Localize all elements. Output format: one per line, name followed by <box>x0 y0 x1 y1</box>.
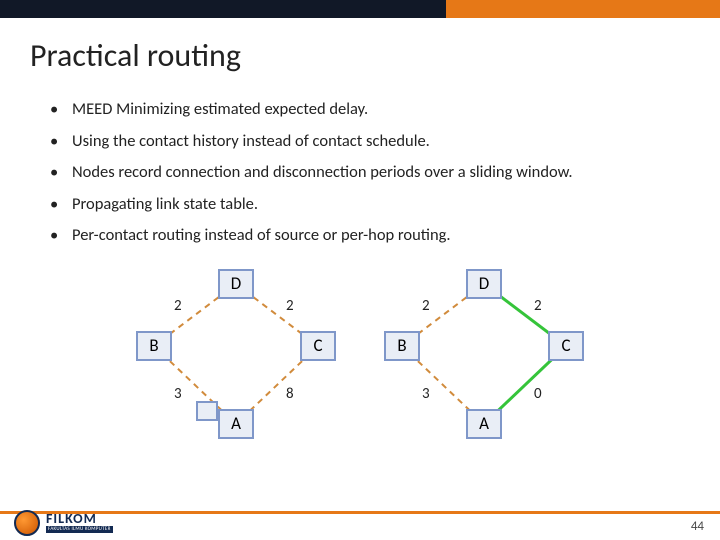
node-d: D <box>466 269 502 299</box>
node-a: A <box>466 409 502 439</box>
page-number: 44 <box>691 519 704 534</box>
logo: FILKOM FAKULTAS ILMU KOMPUTER <box>14 510 113 536</box>
edge-weight: 2 <box>286 297 294 315</box>
logo-main-text: FILKOM <box>46 513 113 526</box>
edge-weight: 2 <box>422 297 430 315</box>
edge-weight: 3 <box>422 385 430 403</box>
logo-sub-text: FAKULTAS ILMU KOMPUTER <box>46 526 113 533</box>
top-bar-dark <box>0 0 446 18</box>
node-b: B <box>384 331 420 361</box>
node-a: A <box>218 409 254 439</box>
diagrams-row: D B C A 2 2 3 8 D B C A 2 2 3 0 <box>0 269 720 454</box>
edge-weight: 2 <box>534 297 542 315</box>
edge-weight: 0 <box>534 385 542 403</box>
edge-weight: 3 <box>174 385 182 403</box>
top-accent-bar <box>0 0 720 18</box>
slide-title: Practical routing <box>0 18 720 89</box>
node-c: C <box>548 331 584 361</box>
bullet-item: Nodes record connection and disconnectio… <box>50 160 686 186</box>
logo-text: FILKOM FAKULTAS ILMU KOMPUTER <box>46 513 113 532</box>
bullet-item: Using the contact history instead of con… <box>50 129 686 155</box>
edge-weight: 2 <box>174 297 182 315</box>
small-box-icon <box>196 401 218 421</box>
edge-weight: 8 <box>286 385 294 403</box>
bullet-item: Per-contact routing instead of source or… <box>50 223 686 249</box>
top-bar-orange <box>446 0 720 18</box>
node-b: B <box>136 331 172 361</box>
logo-badge-icon <box>14 510 40 536</box>
graph-left: D B C A 2 2 3 8 <box>136 269 336 454</box>
bullet-item: MEED Minimizing estimated expected delay… <box>50 97 686 123</box>
bullet-item: Propagating link state table. <box>50 192 686 218</box>
node-d: D <box>218 269 254 299</box>
graph-right: D B C A 2 2 3 0 <box>384 269 584 454</box>
bullet-list: MEED Minimizing estimated expected delay… <box>0 89 720 249</box>
node-c: C <box>300 331 336 361</box>
